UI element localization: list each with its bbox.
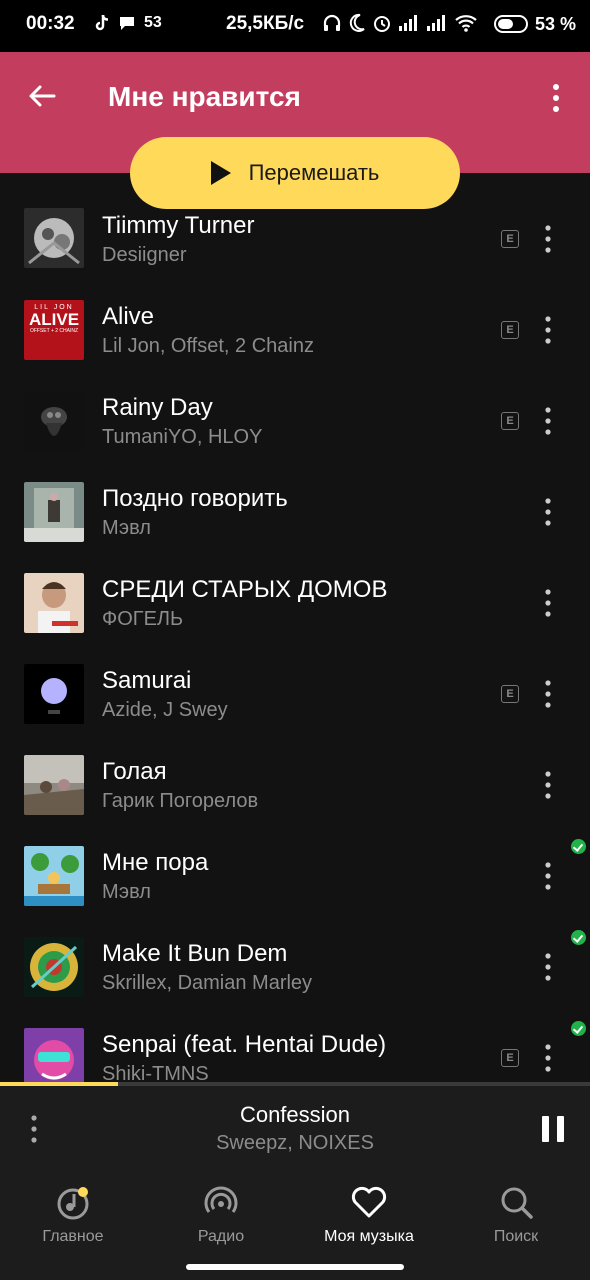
- album-cover: LIL JON ALIVE OFFSET + 2 CHAINZ: [24, 300, 84, 360]
- notification-count: 53: [144, 14, 162, 31]
- more-vertical-icon[interactable]: [546, 82, 566, 114]
- album-cover: [24, 208, 84, 268]
- nav-label: Радио: [197, 1228, 245, 1245]
- downloaded-check-icon: [571, 1021, 586, 1036]
- track-artist: Skrillex, Damian Marley: [102, 972, 313, 994]
- alarm-icon: [374, 16, 390, 32]
- album-cover: [24, 573, 84, 633]
- track-title: СРЕДИ СТАРЫХ ДОМОВ: [102, 576, 388, 603]
- battery-icon: [494, 15, 528, 33]
- track-artist: ФОГЕЛЬ: [102, 608, 184, 630]
- track-artist: Shiki-TMNS: [102, 1063, 209, 1082]
- track-artist: Lil Jon, Offset, 2 Chainz: [102, 335, 314, 357]
- status-notifications: 53: [94, 14, 162, 32]
- album-cover: [24, 1028, 84, 1082]
- nav-item-my-music[interactable]: Моя музыка: [309, 1182, 429, 1252]
- explicit-badge: E: [501, 230, 519, 248]
- track-title: Senpai (feat. Hentai Dude): [102, 1031, 387, 1058]
- track-title: Make It Bun Dem: [102, 940, 288, 967]
- track-row[interactable]: Rainy Day TumaniYO, HLOY E: [0, 378, 590, 469]
- more-vertical-icon[interactable]: [538, 315, 558, 345]
- status-bar: 00:32 53 25,5КБ/с 53 %: [0, 0, 590, 52]
- album-cover: [24, 664, 84, 724]
- headphones-icon: [323, 14, 341, 31]
- track-artist: Мэвл: [102, 881, 151, 903]
- home-music-icon: [57, 1187, 89, 1220]
- nav-label: Главное: [42, 1228, 104, 1245]
- explicit-badge: E: [501, 685, 519, 703]
- more-vertical-icon[interactable]: [538, 679, 558, 709]
- track-list[interactable]: Tiimmy Turner Desiigner E LIL JON ALIVE …: [0, 196, 590, 1082]
- track-title: Alive: [102, 303, 155, 330]
- track-title: Samurai: [102, 667, 192, 694]
- track-artist: Мэвл: [102, 517, 151, 539]
- more-vertical-icon[interactable]: [538, 861, 558, 891]
- more-vertical-icon[interactable]: [538, 1043, 558, 1073]
- track-row[interactable]: Make It Bun Dem Skrillex, Damian Marley: [0, 924, 590, 1015]
- more-vertical-icon[interactable]: [538, 406, 558, 436]
- mini-player[interactable]: Confession Sweepz, NOIXES: [0, 1086, 590, 1172]
- track-row[interactable]: Поздно говорить Мэвл: [0, 469, 590, 560]
- search-icon: [501, 1187, 533, 1219]
- downloaded-check-icon: [571, 930, 586, 945]
- explicit-badge: E: [501, 412, 519, 430]
- track-row[interactable]: Мне пора Мэвл: [0, 833, 590, 924]
- album-cover: [24, 482, 84, 542]
- player-track-title: Confession: [239, 1102, 351, 1127]
- track-artist: TumaniYO, HLOY: [102, 426, 263, 448]
- tiktok-icon: [95, 14, 109, 31]
- track-title: Tiimmy Turner: [102, 212, 255, 239]
- track-title: Rainy Day: [102, 394, 213, 421]
- status-time: 00:32: [26, 13, 75, 34]
- more-vertical-icon[interactable]: [538, 588, 558, 618]
- cover-text-main: ALIVE: [28, 310, 80, 329]
- nav-label: Поиск: [493, 1228, 539, 1245]
- more-vertical-icon[interactable]: [538, 770, 558, 800]
- cover-text-sub: OFFSET + 2 CHAINZ: [29, 328, 79, 334]
- more-vertical-icon[interactable]: [538, 952, 558, 982]
- track-artist: Гарик Погорелов: [102, 790, 259, 812]
- nav-item-search[interactable]: Поиск: [456, 1182, 576, 1252]
- shuffle-label: Перемешать: [248, 160, 380, 185]
- track-row[interactable]: Голая Гарик Погорелов: [0, 742, 590, 833]
- album-cover: [24, 755, 84, 815]
- pause-button[interactable]: [542, 1116, 564, 1142]
- wifi-icon: [455, 15, 477, 32]
- more-vertical-icon[interactable]: [538, 224, 558, 254]
- track-title: Мне пора: [102, 849, 209, 876]
- track-row[interactable]: СРЕДИ СТАРЫХ ДОМОВ ФОГЕЛЬ: [0, 560, 590, 651]
- shuffle-button[interactable]: Перемешать: [130, 137, 460, 209]
- track-artist: Desiigner: [102, 244, 187, 266]
- signal-icon: [399, 15, 417, 31]
- track-artist: Azide, J Swey: [102, 699, 228, 721]
- chat-icon: [120, 17, 134, 30]
- system-home-indicator[interactable]: [186, 1264, 404, 1270]
- nav-label: Моя музыка: [324, 1228, 414, 1245]
- explicit-badge: E: [501, 1049, 519, 1067]
- album-cover: [24, 846, 84, 906]
- album-cover: [24, 937, 84, 997]
- album-cover: [24, 391, 84, 451]
- battery-percent: 53 %: [535, 14, 577, 34]
- heart-icon: [351, 1186, 387, 1218]
- track-row[interactable]: Senpai (feat. Hentai Dude) Shiki-TMNS E: [0, 1015, 590, 1082]
- track-title: Голая: [102, 758, 167, 785]
- nav-item-home[interactable]: Главное: [13, 1182, 133, 1252]
- moon-icon: [349, 13, 365, 32]
- track-row[interactable]: LIL JON ALIVE OFFSET + 2 CHAINZ Alive Li…: [0, 287, 590, 378]
- back-arrow-icon[interactable]: [26, 80, 58, 112]
- more-vertical-icon[interactable]: [538, 497, 558, 527]
- play-icon: [210, 161, 231, 185]
- nav-item-radio[interactable]: Радио: [161, 1182, 281, 1252]
- signal-icon-2: [427, 15, 445, 31]
- track-row[interactable]: Samurai Azide, J Swey E: [0, 651, 590, 742]
- player-track-artist: Sweepz, NOIXES: [216, 1132, 374, 1154]
- downloaded-check-icon: [571, 839, 586, 854]
- track-row[interactable]: Tiimmy Turner Desiigner E: [0, 196, 590, 287]
- track-title: Поздно говорить: [102, 485, 288, 512]
- page-title: Мне нравится: [108, 81, 301, 112]
- explicit-badge: E: [501, 321, 519, 339]
- radio-icon: [204, 1186, 238, 1213]
- network-speed: 25,5КБ/с: [226, 13, 305, 34]
